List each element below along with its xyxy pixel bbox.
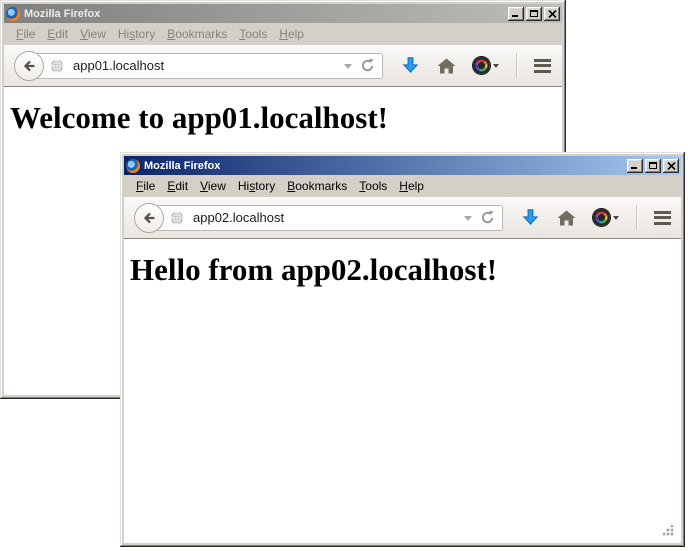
menu-item-tools[interactable]: Tools	[353, 177, 393, 195]
url-input[interactable]	[71, 57, 344, 74]
reload-icon[interactable]	[480, 210, 495, 225]
site-identity-globe-icon[interactable]	[170, 211, 184, 225]
close-icon	[667, 162, 676, 170]
minimize-button[interactable]	[508, 7, 524, 21]
download-icon[interactable]	[521, 208, 540, 227]
menu-item-history[interactable]: History	[232, 177, 281, 195]
menu-item-bookmarks[interactable]: Bookmarks	[161, 25, 233, 43]
maximize-button[interactable]	[526, 7, 542, 21]
url-bar[interactable]	[155, 205, 503, 231]
menu-item-help[interactable]: Help	[393, 177, 430, 195]
url-input[interactable]	[191, 209, 464, 226]
home-icon[interactable]	[557, 210, 576, 226]
resize-grip[interactable]	[663, 525, 675, 537]
navigation-toolbar	[124, 197, 681, 239]
maximize-icon	[530, 10, 538, 17]
chevron-down-icon	[613, 216, 619, 223]
titlebar[interactable]: Mozilla Firefox	[4, 4, 562, 23]
toolbar-separator	[516, 53, 517, 78]
site-identity-globe-icon[interactable]	[50, 59, 64, 73]
close-button[interactable]	[544, 7, 560, 21]
menu-item-history[interactable]: History	[112, 25, 161, 43]
reload-icon[interactable]	[360, 58, 375, 73]
minimize-icon	[512, 15, 518, 17]
toolbar-buttons	[401, 53, 551, 78]
urlbar-dropdown-icon[interactable]	[464, 216, 472, 225]
menu-item-edit[interactable]: Edit	[41, 25, 74, 43]
menu-item-bookmarks[interactable]: Bookmarks	[281, 177, 353, 195]
extension-colorwheel-button[interactable]	[473, 57, 499, 74]
menu-item-view[interactable]: View	[74, 25, 112, 43]
toolbar-separator	[636, 205, 637, 230]
minimize-icon	[631, 167, 637, 169]
menu-hamburger-icon[interactable]	[534, 56, 551, 75]
back-button[interactable]	[134, 203, 164, 233]
menu-item-file[interactable]: File	[10, 25, 41, 43]
toolbar-buttons	[521, 205, 671, 230]
maximize-icon	[649, 162, 657, 169]
navigation-toolbar	[4, 45, 562, 87]
firefox-logo-icon	[126, 159, 140, 173]
urlbar-dropdown-icon[interactable]	[344, 64, 352, 73]
extension-colorwheel-icon	[593, 209, 610, 226]
extension-colorwheel-icon	[473, 57, 490, 74]
titlebar[interactable]: Mozilla Firefox	[124, 156, 681, 175]
page-heading: Hello from app02.localhost!	[130, 252, 681, 288]
firefox-window-app02[interactable]: Mozilla Firefox FileEditViewHistoryBookm…	[120, 152, 685, 547]
window-title: Mozilla Firefox	[144, 160, 625, 172]
window-title: Mozilla Firefox	[24, 8, 506, 20]
maximize-button[interactable]	[645, 159, 661, 173]
menu-item-tools[interactable]: Tools	[233, 25, 273, 43]
back-icon	[21, 58, 37, 74]
back-icon	[141, 210, 157, 226]
extension-colorwheel-button[interactable]	[593, 209, 619, 226]
minimize-button[interactable]	[627, 159, 643, 173]
download-icon[interactable]	[401, 56, 420, 75]
home-icon[interactable]	[437, 58, 456, 74]
menu-bar: FileEditViewHistoryBookmarksToolsHelp	[124, 175, 681, 197]
menu-bar: FileEditViewHistoryBookmarksToolsHelp	[4, 23, 562, 45]
close-icon	[548, 10, 557, 18]
chevron-down-icon	[493, 64, 499, 71]
menu-item-file[interactable]: File	[130, 177, 161, 195]
firefox-logo-icon	[6, 7, 20, 21]
page-content: Hello from app02.localhost!	[124, 239, 681, 543]
back-button[interactable]	[14, 51, 44, 81]
menu-item-edit[interactable]: Edit	[161, 177, 194, 195]
url-bar[interactable]	[35, 53, 383, 79]
menu-item-view[interactable]: View	[194, 177, 232, 195]
close-button[interactable]	[663, 159, 679, 173]
page-heading: Welcome to app01.localhost!	[10, 100, 562, 136]
menu-hamburger-icon[interactable]	[654, 208, 671, 227]
menu-item-help[interactable]: Help	[273, 25, 310, 43]
